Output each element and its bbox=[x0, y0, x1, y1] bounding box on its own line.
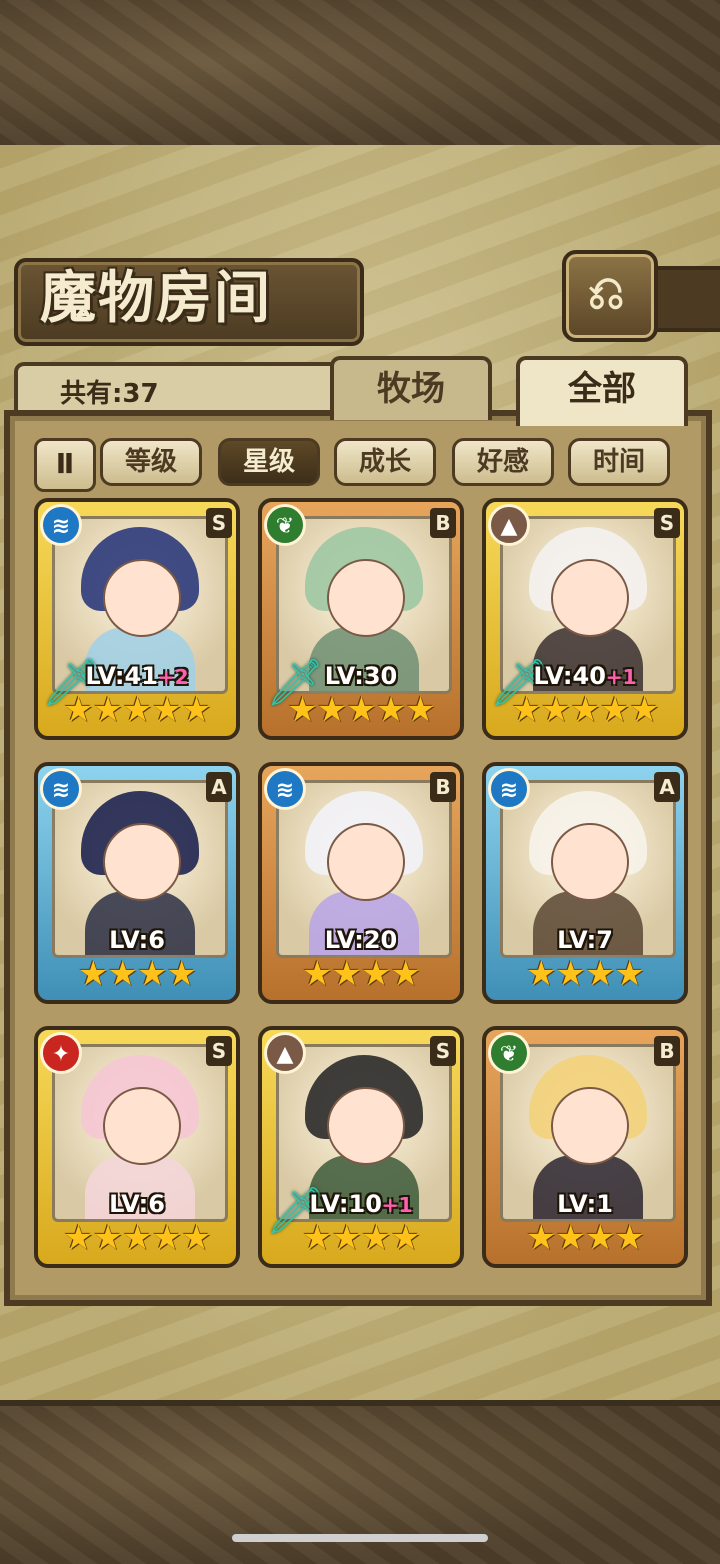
star-rating: ★★★★ bbox=[526, 1218, 645, 1258]
rank-badge: B bbox=[430, 508, 456, 538]
water-element-icon: ≋ bbox=[488, 768, 530, 810]
monster-card[interactable]: ≋A🗡LV:6★★★★ bbox=[34, 762, 240, 1004]
monster-level: LV:30 bbox=[262, 662, 460, 690]
monster-count: 共有:37 bbox=[60, 379, 159, 409]
monster-level: LV:41+2 bbox=[38, 662, 236, 690]
portrait-face bbox=[103, 823, 181, 901]
page-title: 魔物房间 bbox=[40, 265, 272, 331]
earth-element-icon: ▲ bbox=[488, 504, 530, 546]
sort-level-button[interactable]: 等级 bbox=[100, 438, 202, 486]
level-bonus: +2 bbox=[157, 665, 189, 689]
water-element-icon: ≋ bbox=[40, 768, 82, 810]
monster-card[interactable]: ≋S🗡LV:41+2★★★★★ bbox=[34, 498, 240, 740]
level-text: LV:7 bbox=[557, 926, 613, 954]
monster-level: LV:20 bbox=[262, 926, 460, 954]
monster-level: LV:1 bbox=[486, 1190, 684, 1218]
level-text: LV:6 bbox=[109, 1190, 165, 1218]
star-rating: ★★★★ bbox=[78, 954, 197, 994]
monster-card[interactable]: ≋A🗡LV:7★★★★ bbox=[482, 762, 688, 1004]
water-element-icon: ≋ bbox=[264, 768, 306, 810]
level-text: LV:20 bbox=[324, 926, 398, 954]
star-rating: ★★★★★ bbox=[287, 690, 435, 730]
level-bonus: +1 bbox=[605, 665, 637, 689]
star-rating: ★★★★★ bbox=[511, 690, 659, 730]
level-text: LV:40 bbox=[533, 662, 606, 690]
monster-card[interactable]: ≋B🗡LV:20★★★★ bbox=[258, 762, 464, 1004]
portrait-face bbox=[551, 823, 629, 901]
level-text: LV:10 bbox=[309, 1190, 382, 1218]
level-text: LV:6 bbox=[109, 926, 165, 954]
portrait-face bbox=[551, 559, 629, 637]
portrait-face bbox=[103, 559, 181, 637]
back-button[interactable]: ⎌ bbox=[562, 250, 658, 342]
portrait-face bbox=[551, 1087, 629, 1165]
home-indicator bbox=[232, 1534, 488, 1542]
level-bonus: +1 bbox=[381, 1193, 413, 1217]
sort-star-button[interactable]: 星级 bbox=[218, 438, 320, 486]
rank-badge: B bbox=[430, 772, 456, 802]
water-element-icon: ≋ bbox=[40, 504, 82, 546]
monster-level: LV:7 bbox=[486, 926, 684, 954]
rank-badge: B bbox=[654, 1036, 680, 1066]
background-top bbox=[0, 0, 720, 156]
rank-badge: S bbox=[654, 508, 680, 538]
star-rating: ★★★★ bbox=[302, 1218, 421, 1258]
portrait-face bbox=[327, 559, 405, 637]
wood-element-icon: ❦ bbox=[488, 1032, 530, 1074]
star-rating: ★★★★ bbox=[526, 954, 645, 994]
monster-card[interactable]: ▲S🗡LV:10+1★★★★ bbox=[258, 1026, 464, 1268]
monster-card[interactable]: ❦B🗡LV:30★★★★★ bbox=[258, 498, 464, 740]
monster-level: LV:6 bbox=[38, 926, 236, 954]
monster-card[interactable]: ▲S🗡LV:40+1★★★★★ bbox=[482, 498, 688, 740]
rank-badge: S bbox=[206, 508, 232, 538]
star-rating: ★★★★★ bbox=[63, 690, 211, 730]
rank-badge: S bbox=[430, 1036, 456, 1066]
monster-card[interactable]: ✦S🗡LV:6★★★★★ bbox=[34, 1026, 240, 1268]
fire-element-icon: ✦ bbox=[40, 1032, 82, 1074]
level-text: LV:1 bbox=[557, 1190, 613, 1218]
portrait-face bbox=[327, 823, 405, 901]
level-text: LV:41 bbox=[85, 662, 158, 690]
star-rating: ★★★★★ bbox=[63, 1218, 211, 1258]
portrait-face bbox=[327, 1087, 405, 1165]
tab-ranch[interactable]: 牧场 bbox=[330, 356, 492, 420]
portrait-face bbox=[103, 1087, 181, 1165]
level-text: LV:30 bbox=[324, 662, 398, 690]
sort-order-toggle[interactable]: Ⅱ bbox=[34, 438, 96, 492]
sort-time-button[interactable]: 时间 bbox=[568, 438, 670, 486]
rank-badge: S bbox=[206, 1036, 232, 1066]
sort-growth-button[interactable]: 成长 bbox=[334, 438, 436, 486]
monster-card[interactable]: ❦B🗡LV:1★★★★ bbox=[482, 1026, 688, 1268]
monster-level: LV:10+1 bbox=[262, 1190, 460, 1218]
sort-affection-button[interactable]: 好感 bbox=[452, 438, 554, 486]
back-arrow-icon: ⎌ bbox=[587, 265, 625, 319]
tab-all[interactable]: 全部 bbox=[516, 356, 688, 426]
rank-badge: A bbox=[654, 772, 680, 802]
monster-level: LV:40+1 bbox=[486, 662, 684, 690]
star-rating: ★★★★ bbox=[302, 954, 421, 994]
monster-level: LV:6 bbox=[38, 1190, 236, 1218]
side-bar bbox=[650, 266, 720, 332]
earth-element-icon: ▲ bbox=[264, 1032, 306, 1074]
rank-badge: A bbox=[206, 772, 232, 802]
wood-element-icon: ❦ bbox=[264, 504, 306, 546]
